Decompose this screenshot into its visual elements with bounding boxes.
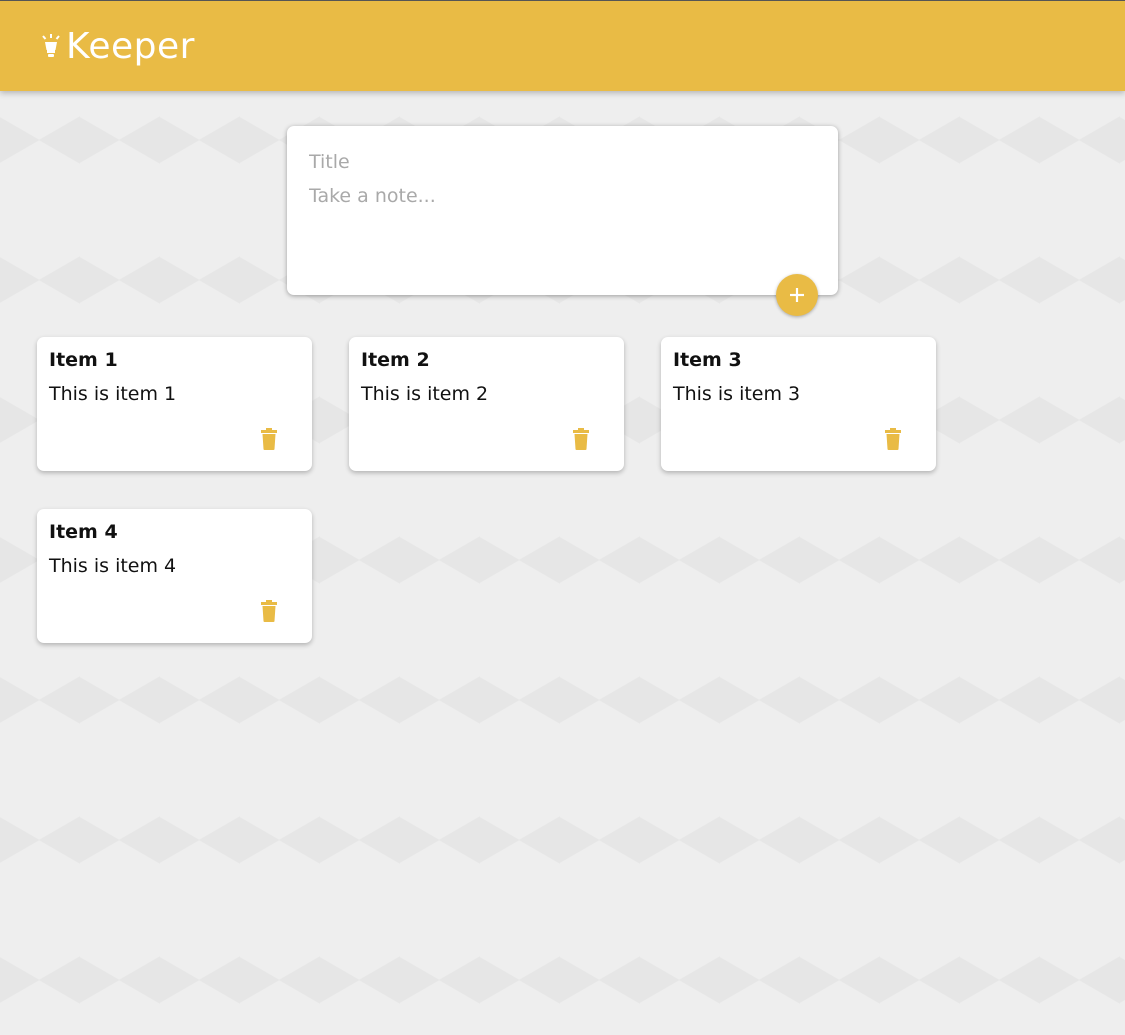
app-brand: Keeper xyxy=(40,27,195,67)
note-card: Item 4 This is item 4 xyxy=(37,509,312,643)
delete-note-button[interactable] xyxy=(257,425,281,453)
note-title: Item 2 xyxy=(361,349,430,371)
delete-note-button[interactable] xyxy=(257,597,281,625)
note-title: Item 1 xyxy=(49,349,118,371)
plus-icon xyxy=(790,288,804,302)
app-header: Keeper xyxy=(0,0,1125,91)
note-composer xyxy=(287,126,838,295)
trash-icon xyxy=(261,600,277,622)
add-note-button[interactable] xyxy=(776,274,818,316)
note-content: This is item 3 xyxy=(673,383,801,405)
note-card: Item 1 This is item 1 xyxy=(37,337,312,471)
app-title: Keeper xyxy=(66,26,195,67)
note-card: Item 2 This is item 2 xyxy=(349,337,624,471)
note-content: This is item 1 xyxy=(49,383,177,405)
lightbulb-icon xyxy=(42,34,60,57)
note-content: This is item 4 xyxy=(49,555,177,577)
delete-note-button[interactable] xyxy=(881,425,905,453)
delete-note-button[interactable] xyxy=(569,425,593,453)
trash-icon xyxy=(885,428,901,450)
note-title-input[interactable] xyxy=(309,148,809,176)
note-content-input[interactable] xyxy=(309,185,809,265)
note-title: Item 4 xyxy=(49,521,118,543)
trash-icon xyxy=(261,428,277,450)
note-card: Item 3 This is item 3 xyxy=(661,337,936,471)
note-title: Item 3 xyxy=(673,349,742,371)
trash-icon xyxy=(573,428,589,450)
note-content: This is item 2 xyxy=(361,383,489,405)
